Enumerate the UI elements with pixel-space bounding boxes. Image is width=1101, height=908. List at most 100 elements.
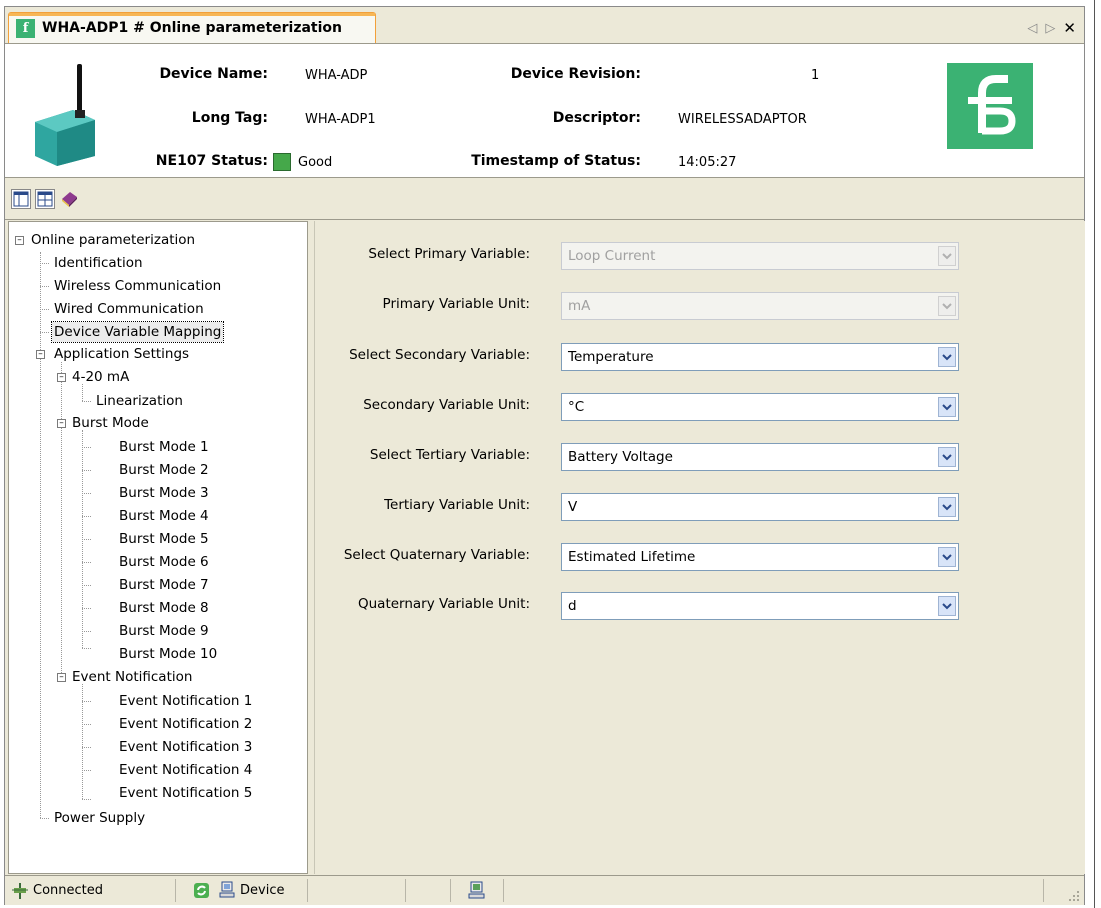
tree-item-burst-mode-8[interactable]: Burst Mode 8: [119, 598, 209, 618]
primary-variable-unit-dropdown: mA: [561, 292, 959, 320]
device-name-label: Device Name:: [159, 66, 268, 82]
chevron-down-icon[interactable]: [938, 596, 956, 616]
secondary-variable-unit-value: °C: [568, 399, 585, 415]
device-header: Device Name: WHA-ADP Long Tag: WHA-ADP1 …: [5, 44, 1084, 178]
select-quaternary-variable-value: Estimated Lifetime: [568, 549, 696, 565]
tree-item-burst-mode-3[interactable]: Burst Mode 3: [119, 483, 209, 503]
parameter-form-panel: Select Primary Variable: Loop Current Pr…: [314, 221, 1085, 874]
network-computer-icon: [468, 881, 485, 899]
chevron-down-icon[interactable]: [938, 497, 956, 517]
tree-item-power-supply[interactable]: Power Supply: [54, 808, 145, 828]
secondary-variable-unit-label: Secondary Variable Unit:: [363, 397, 530, 413]
tree-item-identification[interactable]: Identification: [54, 253, 143, 273]
tree-item-4-20-ma[interactable]: 4-20 mA: [72, 367, 129, 387]
wireless-adapter-device-icon: [35, 64, 95, 166]
chevron-down-icon[interactable]: [938, 447, 956, 467]
navigation-tree: – Online parameterization Identification…: [8, 221, 308, 874]
ne107-status-value: Good: [298, 155, 333, 170]
long-tag-value: WHA-ADP1: [305, 112, 376, 127]
collapse-burst-mode-icon[interactable]: –: [57, 419, 66, 428]
tree-item-event-notification-2[interactable]: Event Notification 2: [119, 714, 252, 734]
tree-item-burst-mode-4[interactable]: Burst Mode 4: [119, 506, 209, 526]
select-secondary-variable-dropdown[interactable]: Temperature: [561, 343, 959, 371]
long-tag-label: Long Tag:: [191, 110, 268, 126]
toolbar: [5, 178, 1084, 220]
refresh-icon[interactable]: [193, 882, 210, 899]
select-primary-variable-dropdown: Loop Current: [561, 242, 959, 270]
tree-item-wired-communication[interactable]: Wired Communication: [54, 299, 204, 319]
tertiary-variable-unit-label: Tertiary Variable Unit:: [384, 497, 530, 513]
tree-item-burst-mode-7[interactable]: Burst Mode 7: [119, 575, 209, 595]
tree-item-burst-mode-9[interactable]: Burst Mode 9: [119, 621, 209, 641]
primary-variable-unit-label: Primary Variable Unit:: [382, 296, 530, 312]
select-primary-variable-value: Loop Current: [568, 248, 656, 264]
select-tertiary-variable-label: Select Tertiary Variable:: [369, 447, 530, 463]
device-computer-icon: [219, 881, 235, 898]
table-layout-icon: [37, 191, 53, 207]
tree-item-event-notification[interactable]: Event Notification: [72, 667, 192, 687]
collapse-root-icon[interactable]: –: [15, 236, 24, 245]
device-revision-value: 1: [811, 68, 820, 83]
tree-item-linearization[interactable]: Linearization: [96, 391, 183, 411]
status-good-indicator: [273, 153, 291, 171]
select-secondary-variable-label: Select Secondary Variable:: [349, 347, 530, 363]
tab-strip: f WHA-ADP1 # Online parameterization ◁ ▷…: [5, 7, 1084, 44]
tree-item-device-variable-mapping[interactable]: Device Variable Mapping: [50, 321, 225, 343]
connected-plug-icon: [12, 883, 28, 899]
tertiary-variable-unit-value: V: [568, 499, 578, 515]
collapse-4-20-ma-icon[interactable]: –: [57, 373, 66, 382]
device-name-value: WHA-ADP: [305, 68, 368, 83]
layout-tree-button[interactable]: [11, 189, 31, 209]
brand-logo-icon: [968, 75, 1016, 135]
pepperl-fuchs-logo-icon: f: [16, 18, 35, 38]
tree-item-burst-mode-2[interactable]: Burst Mode 2: [119, 460, 209, 480]
primary-variable-unit-value: mA: [568, 298, 591, 314]
tab-navigation: ◁ ▷ ✕: [1027, 19, 1076, 37]
tree-item-event-notification-3[interactable]: Event Notification 3: [119, 737, 252, 757]
select-secondary-variable-value: Temperature: [568, 349, 654, 365]
pepperl-fuchs-brand-logo: [947, 63, 1033, 149]
tree-item-wireless-communication[interactable]: Wireless Communication: [54, 276, 221, 296]
select-tertiary-variable-value: Battery Voltage: [568, 449, 673, 465]
tree-item-application-settings[interactable]: Application Settings: [54, 344, 189, 364]
tree-item-burst-mode-6[interactable]: Burst Mode 6: [119, 552, 209, 572]
collapse-application-settings-icon[interactable]: –: [36, 350, 45, 359]
tree-item-burst-mode-1[interactable]: Burst Mode 1: [119, 437, 209, 457]
status-bar: Connected Device: [5, 875, 1084, 905]
quaternary-variable-unit-label: Quaternary Variable Unit:: [357, 596, 530, 612]
device-revision-label: Device Revision:: [510, 66, 641, 82]
tree-item-burst-mode-10[interactable]: Burst Mode 10: [119, 644, 217, 664]
page-edge-line: [1094, 0, 1095, 908]
help-book-button[interactable]: [59, 189, 79, 209]
tertiary-variable-unit-dropdown[interactable]: V: [561, 493, 959, 521]
layout-table-button[interactable]: [35, 189, 55, 209]
close-icon[interactable]: ✕: [1063, 19, 1076, 37]
chevron-down-icon: [938, 296, 956, 316]
select-primary-variable-label: Select Primary Variable:: [368, 246, 530, 262]
chevron-down-icon: [938, 246, 956, 266]
quaternary-variable-unit-dropdown[interactable]: d: [561, 592, 959, 620]
tree-item-event-notification-4[interactable]: Event Notification 4: [119, 760, 252, 780]
tree-item-event-notification-5[interactable]: Event Notification 5: [119, 783, 252, 803]
chevron-down-icon[interactable]: [938, 547, 956, 567]
select-quaternary-variable-dropdown[interactable]: Estimated Lifetime: [561, 543, 959, 571]
tree-item-event-notification-1[interactable]: Event Notification 1: [119, 691, 252, 711]
tree-item-online-parameterization[interactable]: Online parameterization: [31, 230, 195, 250]
collapse-event-notification-icon[interactable]: –: [57, 673, 66, 682]
resize-grip-icon[interactable]: [1068, 890, 1080, 902]
quaternary-variable-unit-value: d: [568, 598, 577, 614]
timestamp-label: Timestamp of Status:: [471, 153, 641, 169]
ne107-status-label: NE107 Status:: [155, 153, 268, 169]
tab-online-parameterization[interactable]: f WHA-ADP1 # Online parameterization: [8, 12, 376, 43]
tab-title: WHA-ADP1 # Online parameterization: [42, 20, 343, 36]
select-quaternary-variable-label: Select Quaternary Variable:: [343, 547, 530, 563]
scroll-left-icon[interactable]: ◁: [1027, 21, 1037, 36]
scroll-right-icon[interactable]: ▷: [1045, 21, 1055, 36]
tree-item-burst-mode[interactable]: Burst Mode: [72, 413, 149, 433]
tree-layout-icon: [13, 191, 29, 207]
secondary-variable-unit-dropdown[interactable]: °C: [561, 393, 959, 421]
chevron-down-icon[interactable]: [938, 347, 956, 367]
tree-item-burst-mode-5[interactable]: Burst Mode 5: [119, 529, 209, 549]
select-tertiary-variable-dropdown[interactable]: Battery Voltage: [561, 443, 959, 471]
chevron-down-icon[interactable]: [938, 397, 956, 417]
